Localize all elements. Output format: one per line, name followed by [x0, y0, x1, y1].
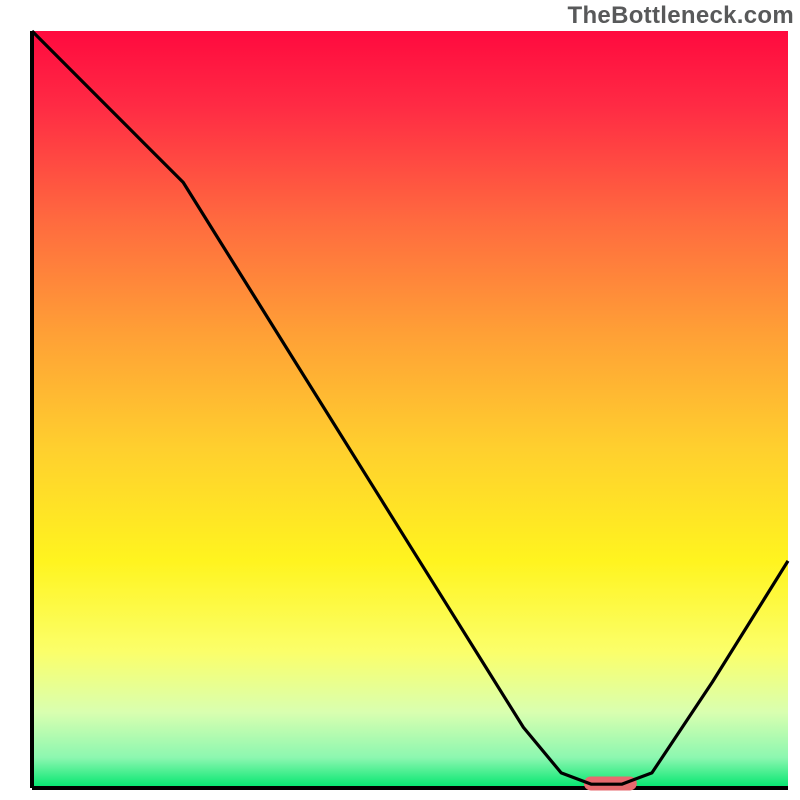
chart-container: TheBottleneck.com — [0, 0, 800, 800]
watermark-text: TheBottleneck.com — [568, 2, 794, 30]
bottleneck-chart — [0, 0, 800, 800]
